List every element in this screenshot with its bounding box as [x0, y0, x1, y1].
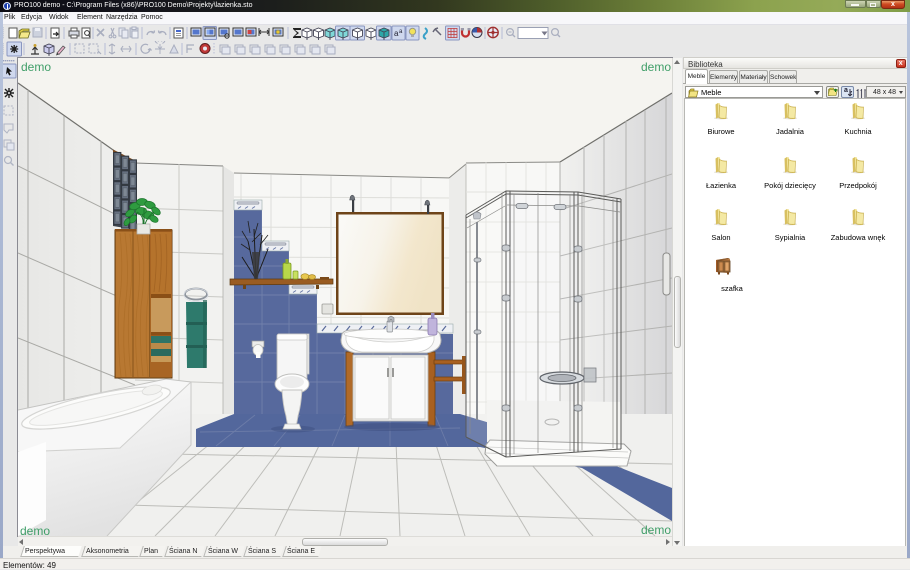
svg-text:demo: demo — [21, 60, 51, 74]
svg-text:demo: demo — [641, 60, 671, 74]
svg-text:demo: demo — [641, 523, 671, 536]
svg-text:demo: demo — [20, 524, 50, 536]
